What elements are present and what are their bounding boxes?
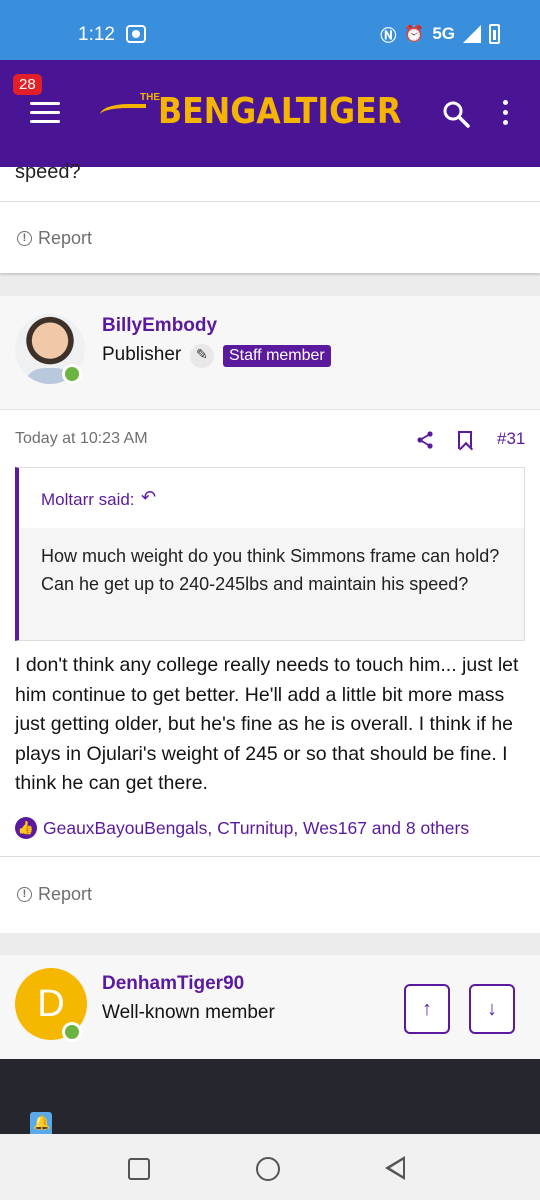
scroll-up-button[interactable]: ↑ [404,984,450,1034]
quote-header: Moltarr said: ↶ [19,468,524,528]
site-logo[interactable]: THE BENGALTIGER [100,88,401,138]
report-link[interactable]: ! Report [17,228,92,249]
post-date[interactable]: Today at 10:23 AM [15,430,148,448]
site-header: 28 THE BENGALTIGER [0,60,540,167]
alarm-icon: ⏰ [404,26,425,43]
post-number[interactable]: #31 [497,429,525,449]
quote-body: How much weight do you think Simmons fra… [19,528,524,640]
previous-post: speed? ! Report [0,161,540,273]
logo-bengal: BENGAL [158,91,296,132]
online-status-icon [62,1022,82,1042]
search-icon[interactable] [442,100,470,128]
post-author[interactable]: BillyEmbody [102,315,217,337]
logo-tiger: TIGER [295,91,402,132]
scroll-down-button[interactable]: ↓ [469,984,515,1034]
battery-icon [489,24,500,44]
network-type: 5G [432,24,455,43]
post-31: BillyEmbody Publisher Staff member Today… [0,296,540,933]
notification-bell-icon[interactable] [30,1112,52,1134]
user-title: Well-known member [102,1002,275,1023]
quote-author[interactable]: Moltarr said: [41,490,135,510]
notification-badge[interactable]: 28 [13,74,42,95]
online-status-icon [62,364,82,384]
recent-apps-icon[interactable] [128,1158,150,1180]
quote-text: How much weight do you think Simmons fra… [41,546,500,594]
post-user-header: BillyEmbody Publisher Staff member [0,296,540,410]
staff-edit-icon [190,344,214,368]
back-icon[interactable] [385,1156,405,1180]
status-time: 1:12 [78,24,115,45]
screen-record-icon [126,25,146,43]
share-icon[interactable] [415,430,435,450]
tiger-stripe-icon [100,104,146,122]
divider [0,856,540,857]
more-options-icon[interactable] [501,100,509,130]
report-icon: ! [17,231,32,246]
next-post-header: D DenhamTiger90 Well-known member ↑ ↓ [0,955,540,1059]
quote-block: Moltarr said: ↶ How much weight do you t… [15,467,525,641]
report-link[interactable]: ! Report [17,884,92,905]
thumbs-up-icon: 👍 [15,817,37,839]
report-label: Report [38,884,93,904]
bookmark-icon[interactable] [458,431,472,449]
menu-icon[interactable] [30,102,60,124]
staff-badge: Staff member [223,345,331,367]
report-label: Report [38,228,93,248]
divider [0,201,540,202]
previous-post-text: speed? [15,161,81,183]
reactions-list[interactable]: GeauxBayouBengals, CTurnitup, Wes167 and… [43,818,469,839]
logo-the: THE [140,92,160,103]
system-nav-bar [0,1134,540,1200]
footer-dark-area [0,1059,540,1134]
post-author[interactable]: DenhamTiger90 [102,973,244,995]
signal-icon [463,25,481,43]
home-icon[interactable] [256,1157,280,1181]
jump-to-quote-icon[interactable]: ↶ [141,487,156,508]
post-body: I don't think any college really needs t… [15,654,519,794]
user-title: Publisher [102,344,182,365]
report-icon: ! [17,887,32,902]
status-bar: 1:12 Ⓝ ⏰ 5G [0,0,540,60]
logo-wordmark: BENGALTIGER [158,91,401,132]
nfc-icon: Ⓝ [380,28,397,45]
reactions-bar[interactable]: 👍 GeauxBayouBengals, CTurnitup, Wes167 a… [15,817,469,839]
status-icons: Ⓝ ⏰ 5G [380,22,500,46]
